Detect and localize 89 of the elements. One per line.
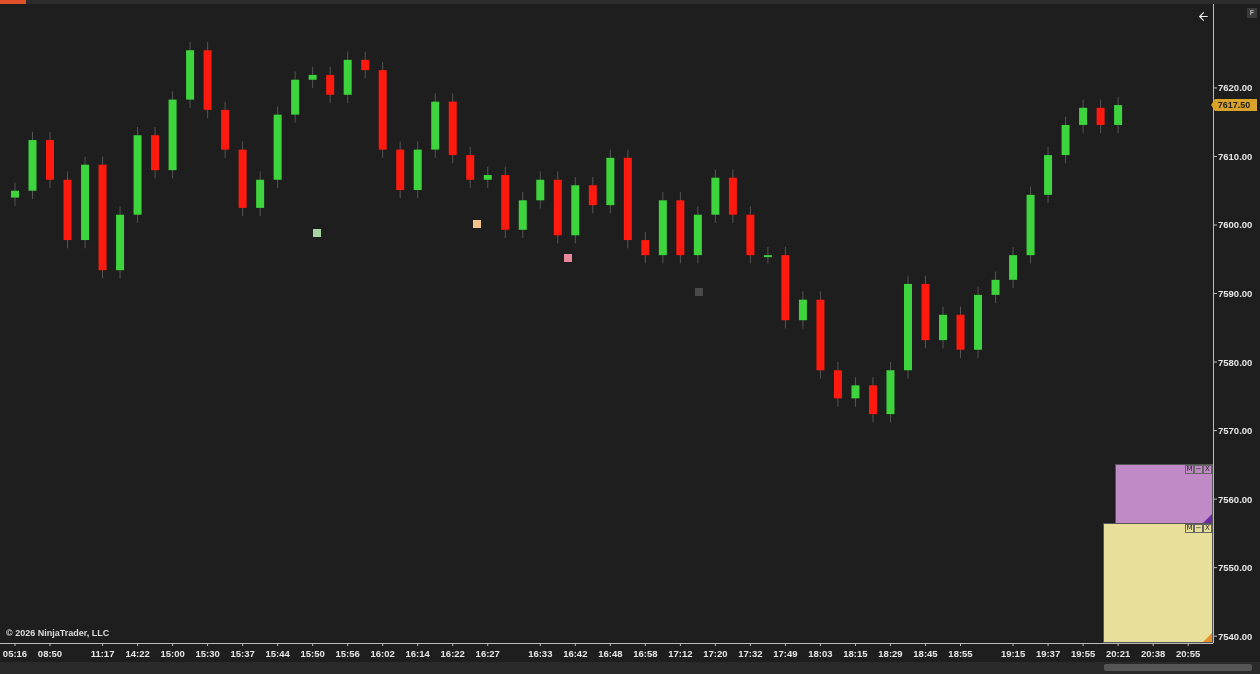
time-label: 19:55 [1070, 648, 1096, 659]
time-label: 15:50 [300, 648, 325, 659]
candle [746, 206, 755, 264]
active-tab-indicator [0, 0, 26, 4]
candle [728, 169, 737, 224]
time-label: 20:55 [1176, 648, 1201, 659]
last-price-badge: 7617.50 [1211, 99, 1257, 112]
candle [221, 101, 230, 159]
candle [343, 51, 352, 104]
time-label: 18:45 [913, 648, 938, 659]
time-label: 16:27 [475, 648, 500, 659]
time-label: 16:42 [563, 648, 588, 659]
price-label: 7550.00 [1218, 562, 1253, 574]
time-label: 16:58 [633, 648, 658, 659]
time-label: 15:44 [265, 648, 290, 659]
candle [326, 66, 335, 104]
time-label: 19:15 [1000, 648, 1026, 659]
time-label: 19:37 [1035, 648, 1061, 659]
time-label: 16:22 [440, 648, 465, 659]
candle [571, 176, 580, 244]
time-label: 17:32 [738, 648, 763, 659]
time-label: 15:56 [335, 648, 360, 659]
candle [466, 146, 475, 189]
candle [151, 126, 160, 179]
candle [1061, 116, 1070, 164]
time-label: 20:38 [1140, 648, 1166, 659]
time-label: 16:33 [528, 648, 553, 659]
price-label: 7580.00 [1218, 356, 1253, 368]
time-label: 17:49 [773, 648, 798, 659]
time-label: 16:02 [370, 648, 395, 659]
candle [1079, 99, 1088, 134]
time-label: 16:14 [405, 648, 430, 659]
candle [693, 206, 702, 264]
candle [11, 182, 19, 207]
time-label: 05:16 [2, 648, 28, 659]
candle [518, 191, 527, 239]
candle [641, 231, 650, 264]
candle [606, 149, 615, 214]
time-label: 15:37 [230, 648, 255, 659]
candle [186, 41, 195, 109]
copyright-text: © 2026 NinjaTrader, LLC [6, 628, 110, 638]
scrollbar-thumb[interactable] [1104, 664, 1252, 671]
time-label: 14:22 [125, 648, 150, 659]
candle [256, 171, 265, 217]
time-label: 15:30 [195, 648, 220, 659]
candle [431, 92, 440, 159]
time-label: 11:17 [90, 648, 115, 659]
candle [939, 306, 947, 349]
candle [396, 140, 405, 199]
candle [448, 92, 457, 164]
price-label: 7540.00 [1218, 630, 1253, 642]
candle [833, 361, 842, 408]
price-label: 7610.00 [1218, 150, 1253, 162]
candle [483, 166, 492, 189]
candle [711, 169, 720, 224]
price-label: 7560.00 [1218, 493, 1253, 505]
candle [798, 290, 807, 329]
candle [1096, 99, 1105, 134]
candle [1114, 96, 1123, 134]
time-label: 20:21 [1105, 648, 1131, 659]
price-label: 7590.00 [1218, 288, 1253, 299]
time-label: 18:29 [878, 648, 903, 659]
candle [851, 376, 860, 408]
time-label: 16:48 [598, 648, 623, 659]
time-label: 18:55 [948, 648, 973, 659]
time-label: 17:20 [703, 648, 728, 659]
candle [1044, 146, 1053, 204]
time-label: 18:03 [808, 648, 833, 659]
candle [886, 361, 895, 423]
time-label: 17:12 [668, 648, 693, 659]
candle [308, 66, 317, 89]
candle [413, 140, 422, 199]
candle [991, 271, 1000, 304]
time-label: 15:00 [160, 648, 185, 659]
candle [588, 176, 597, 214]
price-label: 7620.00 [1218, 82, 1253, 94]
time-label: 08:50 [37, 648, 63, 659]
candle [956, 306, 965, 359]
price-label: 7570.00 [1218, 425, 1253, 437]
candle [291, 71, 300, 124]
candle [28, 131, 37, 200]
candle [46, 131, 54, 189]
candle [361, 51, 370, 79]
candle [536, 171, 545, 210]
price-label: 7600.00 [1218, 219, 1253, 231]
candle [868, 376, 877, 423]
candle [1009, 246, 1018, 289]
time-label: 18:15 [843, 648, 868, 659]
candle [763, 246, 772, 264]
